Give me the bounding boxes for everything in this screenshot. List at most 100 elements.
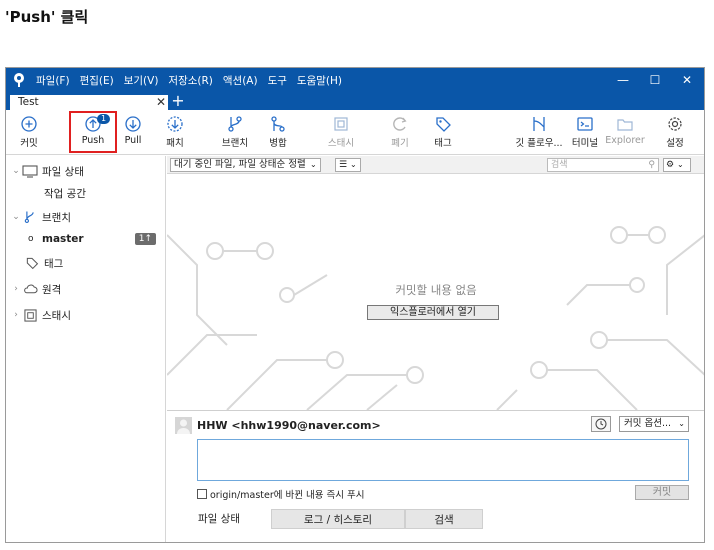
avatar [175, 417, 192, 434]
commit-toolbar-button[interactable]: 커밋 [6, 113, 52, 153]
git-flow-toolbar-button[interactable]: 깃 플로우... [510, 113, 568, 153]
commit-panel: HHW <hhw1990@naver.com> 커밋 옵션... ⌄ origi… [167, 410, 704, 542]
push-immediately-option[interactable]: origin/master에 바뀐 내용 즉시 푸시 [197, 487, 365, 501]
stash-toolbar-button[interactable]: 스태시 [318, 113, 364, 153]
git-flow-toolbar-label: 깃 플로우... [515, 138, 563, 149]
sidebar-item-master-branch[interactable]: o master 1↑ [28, 228, 162, 250]
sidebar-tags-label: 태그 [44, 257, 64, 270]
explorer-toolbar-label: Explorer [605, 135, 645, 146]
menu-file[interactable]: 파일(F) [36, 73, 70, 88]
sidebar-master-label: master [42, 233, 84, 245]
cloud-icon [22, 282, 38, 296]
file-options-dropdown[interactable]: ⚙ ⌄ [663, 158, 691, 172]
commit-history-button[interactable] [591, 416, 611, 432]
chevron-down-icon: ⌄ [678, 419, 685, 428]
repo-tab-test[interactable]: Test ✕ [10, 95, 168, 110]
main-toolbar: 커밋 1 Push Pull 패치 브랜치 병합 스태시 폐기 태그 깃 플로우… [6, 110, 704, 155]
commit-toolbar-label: 커밋 [20, 138, 38, 149]
menu-help[interactable]: 도움말(H) [297, 73, 342, 88]
menu-repository[interactable]: 저장소(R) [168, 73, 212, 88]
branch-toolbar-button[interactable]: 브랜치 [212, 113, 258, 153]
sidebar-item-remotes[interactable]: › 원격 [10, 278, 170, 300]
chevron-down-icon: ⌄ [310, 160, 317, 169]
bottom-tab-bar: 파일 상태 로그 / 히스토리 검색 [167, 509, 704, 531]
sidebar-remotes-label: 원격 [42, 283, 62, 296]
settings-toolbar-label: 설정 [666, 138, 684, 149]
file-filter-bar: 대기 중인 파일, 파일 상태순 정렬 ⌄ ☰ ⌄ 검색 ⚲ ⚙ ⌄ [167, 156, 704, 174]
tag-toolbar-button[interactable]: 태그 [420, 113, 466, 153]
settings-gear-icon [668, 117, 682, 131]
settings-toolbar-button[interactable]: 설정 [652, 113, 698, 153]
sourcetree-logo-icon [14, 73, 24, 87]
menu-edit[interactable]: 편집(E) [80, 73, 114, 88]
branch-icon [228, 116, 242, 132]
sidebar-stashes-label: 스태시 [42, 309, 71, 322]
commit-plus-icon [21, 116, 37, 132]
tab-close-icon[interactable]: ✕ [156, 95, 166, 110]
file-sort-value: 대기 중인 파일, 파일 상태순 정렬 [174, 159, 306, 170]
menu-tools[interactable]: 도구 [268, 73, 287, 88]
push-immediately-checkbox[interactable] [197, 489, 207, 499]
chevron-down-icon[interactable]: ⌄ [10, 166, 22, 176]
merge-icon [271, 116, 285, 132]
clock-icon [595, 418, 607, 430]
commit-options-dropdown[interactable]: 커밋 옵션... ⌄ [619, 416, 689, 432]
tab-file-status[interactable]: 파일 상태 [167, 509, 271, 529]
commit-message-input[interactable] [197, 439, 689, 481]
pull-toolbar-label: Pull [124, 135, 142, 146]
close-window-button[interactable]: ✕ [672, 68, 702, 92]
title-bar: 파일(F) 편집(E) 보기(V) 저장소(R) 액션(A) 도구 도움말(H)… [6, 68, 704, 92]
stash-box-icon [22, 308, 38, 322]
repo-tab-bar: Test ✕ + [6, 92, 704, 110]
file-sort-dropdown[interactable]: 대기 중인 파일, 파일 상태순 정렬 ⌄ [170, 158, 321, 172]
nothing-to-commit-message: 커밋할 내용 없음 [395, 283, 477, 297]
commit-options-label: 커밋 옵션... [624, 418, 672, 429]
open-in-explorer-button[interactable]: 익스플로러에서 열기 [367, 305, 499, 320]
menu-view[interactable]: 보기(V) [124, 73, 159, 88]
sidebar-item-branches[interactable]: ⌄ 브랜치 [10, 206, 170, 228]
pull-toolbar-button[interactable]: Pull [110, 113, 156, 153]
minimize-button[interactable]: — [608, 68, 638, 92]
commit-author: HHW <hhw1990@naver.com> [197, 419, 381, 432]
stash-box-icon [334, 117, 348, 131]
sidebar-file-status-label: 파일 상태 [42, 165, 84, 178]
maximize-button[interactable]: ☐ [640, 68, 670, 92]
merge-toolbar-label: 병합 [269, 138, 287, 149]
monitor-icon [22, 164, 38, 178]
stash-toolbar-label: 스태시 [327, 138, 355, 149]
tag-toolbar-label: 태그 [434, 138, 452, 149]
discard-toolbar-label: 폐기 [391, 138, 409, 149]
chevron-down-icon: ⌄ [676, 160, 684, 169]
commit-button[interactable]: 커밋 [635, 485, 689, 500]
view-mode-dropdown[interactable]: ☰ ⌄ [335, 158, 361, 172]
main-panel: 대기 중인 파일, 파일 상태순 정렬 ⌄ ☰ ⌄ 검색 ⚲ ⚙ ⌄ 커밋할 내… [167, 156, 704, 542]
git-flow-icon [533, 117, 545, 131]
branch-icon [22, 210, 38, 224]
chevron-right-icon[interactable]: › [10, 284, 22, 294]
branch-ahead-count-badge: 1↑ [134, 233, 156, 245]
branch-toolbar-label: 브랜치 [221, 138, 249, 149]
tag-icon [436, 117, 451, 132]
tag-icon [24, 256, 40, 270]
search-icon: ⚲ [648, 160, 655, 170]
chevron-down-icon[interactable]: ⌄ [10, 212, 22, 222]
menu-actions[interactable]: 액션(A) [223, 73, 258, 88]
menu-bar: 파일(F) 편집(E) 보기(V) 저장소(R) 액션(A) 도구 도움말(H) [36, 68, 342, 92]
tab-log-history[interactable]: 로그 / 히스토리 [271, 509, 405, 529]
chevron-right-icon[interactable]: › [10, 310, 22, 320]
fetch-arrow-icon [167, 116, 183, 132]
discard-toolbar-button[interactable]: 폐기 [377, 113, 423, 153]
new-tab-button[interactable]: + [170, 92, 186, 110]
merge-toolbar-button[interactable]: 병합 [255, 113, 301, 153]
push-count-badge: 1 [97, 114, 110, 124]
tab-search[interactable]: 검색 [405, 509, 483, 529]
sidebar-item-file-status[interactable]: ⌄ 파일 상태 [10, 160, 170, 182]
sourcetree-window: 파일(F) 편집(E) 보기(V) 저장소(R) 액션(A) 도구 도움말(H)… [5, 67, 705, 543]
sidebar-item-stashes[interactable]: › 스태시 [10, 304, 170, 326]
sidebar-item-tags[interactable]: 태그 [24, 252, 184, 274]
sidebar: ⌄ 파일 상태 작업 공간 ⌄ 브랜치 o master 1↑ 태그 › 원격 … [6, 156, 166, 542]
file-search-input[interactable]: 검색 ⚲ [547, 158, 659, 172]
fetch-toolbar-button[interactable]: 패치 [152, 113, 198, 153]
explorer-toolbar-button[interactable]: Explorer [600, 113, 650, 153]
current-branch-circle-icon: o [28, 234, 34, 244]
